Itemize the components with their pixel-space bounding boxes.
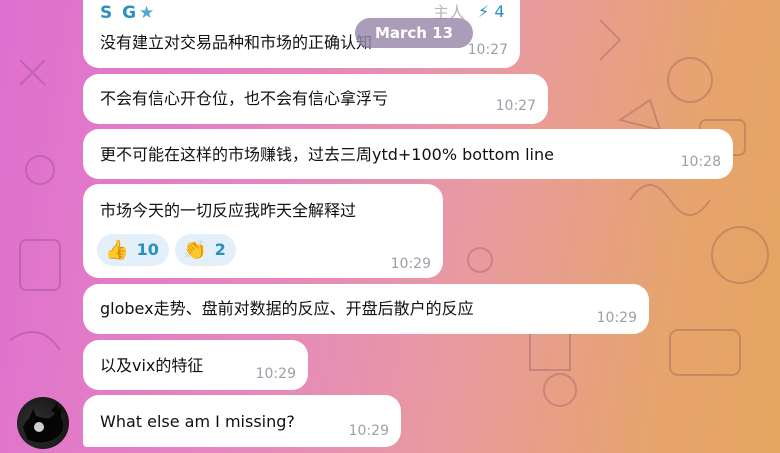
message-text: 不会有信心开仓位，也不会有信心拿浮亏 xyxy=(100,89,389,108)
reaction-count: 2 xyxy=(214,240,226,259)
message-text: 以及vix的特征 xyxy=(100,356,204,375)
boost-count: 4 xyxy=(494,2,505,21)
message-time: 10:29 xyxy=(348,423,389,439)
message-time: 10:29 xyxy=(596,310,637,326)
message-time: 10:28 xyxy=(680,154,721,170)
message-bubble[interactable]: 以及vix的特征 10:29 xyxy=(83,340,308,390)
thumbs-up-icon: 👍 xyxy=(105,239,129,261)
message-text: 没有建立对交易品种和市场的正确认知 xyxy=(100,33,373,52)
message-bubble[interactable]: What else am I missing? 10:29 xyxy=(83,395,401,447)
reaction-count: 10 xyxy=(136,240,159,259)
message-time: 10:29 xyxy=(390,256,431,272)
star-icon: ★ xyxy=(139,3,155,23)
message-time: 10:27 xyxy=(495,98,536,114)
clapping-hands-icon: 👏 xyxy=(183,239,207,261)
boost-badge: ⚡ 4 xyxy=(478,2,505,22)
message-text: 更不可能在这样的市场赚钱，过去三周ytd+100% bottom line xyxy=(100,145,554,164)
message-text: globex走势、盘前对数据的反应、开盘后散户的反应 xyxy=(100,299,474,318)
message-bubble[interactable]: 市场今天的一切反应我昨天全解释过 👍 10 👏 2 10:29 xyxy=(83,184,443,278)
message-bubble[interactable]: globex走势、盘前对数据的反应、开盘后散户的反应 10:29 xyxy=(83,284,649,334)
avatar[interactable] xyxy=(17,397,69,449)
reaction-thumbs-up[interactable]: 👍 10 xyxy=(97,234,169,266)
message-text: 市场今天的一切反应我昨天全解释过 xyxy=(100,201,357,220)
message-bubble[interactable]: 不会有信心开仓位，也不会有信心拿浮亏 10:27 xyxy=(83,74,548,124)
avatar-image xyxy=(23,403,64,443)
date-separator: March 13 xyxy=(355,18,473,48)
sender-name[interactable]: S G xyxy=(100,3,138,23)
boost-icon: ⚡ xyxy=(478,2,490,21)
reaction-clap[interactable]: 👏 2 xyxy=(175,234,236,266)
message-bubble[interactable]: 更不可能在这样的市场赚钱，过去三周ytd+100% bottom line 10… xyxy=(83,129,733,179)
message-time: 10:29 xyxy=(255,366,296,382)
message-text: What else am I missing? xyxy=(100,412,295,431)
message-time: 10:27 xyxy=(467,42,508,58)
